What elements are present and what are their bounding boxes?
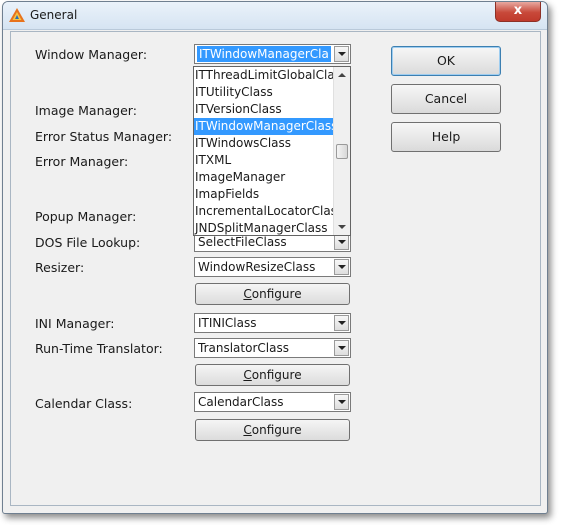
configure-label: onfigure [251, 287, 302, 301]
chevron-down-icon[interactable] [334, 259, 349, 275]
app-triangle-icon [9, 8, 25, 22]
configure-mnemonic: C [243, 368, 252, 382]
close-button[interactable]: x [495, 2, 541, 22]
calendar-configure-button[interactable]: Configure [195, 419, 350, 441]
error-status-manager-label: Error Status Manager: [35, 129, 173, 144]
ini-manager-combo[interactable]: ITINIClass [194, 313, 351, 333]
scroll-down-icon[interactable] [338, 225, 346, 229]
runtime-translator-combo[interactable]: TranslatorClass [194, 338, 351, 358]
title-bar[interactable]: General x [3, 2, 547, 30]
list-item[interactable]: ITUtilityClass [194, 84, 336, 101]
chevron-down-icon[interactable] [334, 315, 349, 331]
window-manager-combo[interactable]: ITWindowManagerCla [194, 44, 351, 64]
ini-manager-label: INI Manager: [35, 316, 115, 331]
ini-manager-value: ITINIClass [198, 316, 257, 330]
runtime-translator-value: TranslatorClass [198, 341, 289, 355]
scroll-thumb[interactable] [336, 144, 348, 159]
list-item[interactable]: ITThreadLimitGlobalClas [194, 67, 336, 84]
window-manager-dropdown-list[interactable]: ITThreadLimitGlobalClas ITUtilityClass I… [193, 66, 351, 236]
calendar-class-label: Calendar Class: [35, 396, 133, 411]
scroll-up-icon[interactable] [338, 73, 346, 77]
configure-label: onfigure [251, 368, 302, 382]
error-manager-label: Error Manager: [35, 154, 129, 169]
configure-mnemonic: C [243, 287, 252, 301]
resizer-value: WindowResizeClass [198, 260, 316, 274]
dos-file-lookup-label: DOS File Lookup: [35, 235, 141, 250]
list-item[interactable]: ITXML [194, 152, 336, 169]
chevron-down-icon[interactable] [334, 234, 349, 250]
ok-button[interactable]: OK [391, 46, 501, 76]
runtime-translator-label: Run-Time Translator: [35, 341, 163, 356]
image-manager-label: Image Manager: [35, 103, 137, 118]
dos-file-lookup-value: SelectFileClass [198, 235, 287, 249]
configure-mnemonic: C [243, 423, 252, 437]
resizer-label: Resizer: [35, 260, 85, 275]
window-title: General [30, 8, 78, 22]
dropdown-scrollbar[interactable] [333, 67, 350, 235]
calendar-class-value: CalendarClass [198, 395, 284, 409]
window-manager-label: Window Manager: [35, 47, 148, 62]
close-icon: x [513, 3, 523, 18]
chevron-down-icon[interactable] [334, 46, 349, 62]
list-item-selected[interactable]: ITWindowManagerClass [194, 118, 336, 135]
list-item[interactable]: ImapFields [194, 186, 336, 203]
configure-label: onfigure [251, 423, 302, 437]
translator-configure-button[interactable]: Configure [195, 364, 350, 386]
list-item[interactable]: JNDSplitManagerClass [194, 220, 336, 235]
help-button[interactable]: Help [391, 122, 501, 152]
list-item[interactable]: ImageManager [194, 169, 336, 186]
window-manager-value: ITWindowManagerCla [197, 46, 331, 62]
calendar-class-combo[interactable]: CalendarClass [194, 392, 351, 412]
cancel-button[interactable]: Cancel [391, 84, 501, 114]
popup-manager-label: Popup Manager: [35, 209, 137, 224]
chevron-down-icon[interactable] [334, 394, 349, 410]
chevron-down-icon[interactable] [334, 340, 349, 356]
list-item[interactable]: ITVersionClass [194, 101, 336, 118]
resizer-configure-button[interactable]: Configure [195, 283, 350, 305]
list-item[interactable]: ITWindowsClass [194, 135, 336, 152]
list-item[interactable]: IncrementalLocatorClass [194, 203, 336, 220]
resizer-combo[interactable]: WindowResizeClass [194, 257, 351, 277]
